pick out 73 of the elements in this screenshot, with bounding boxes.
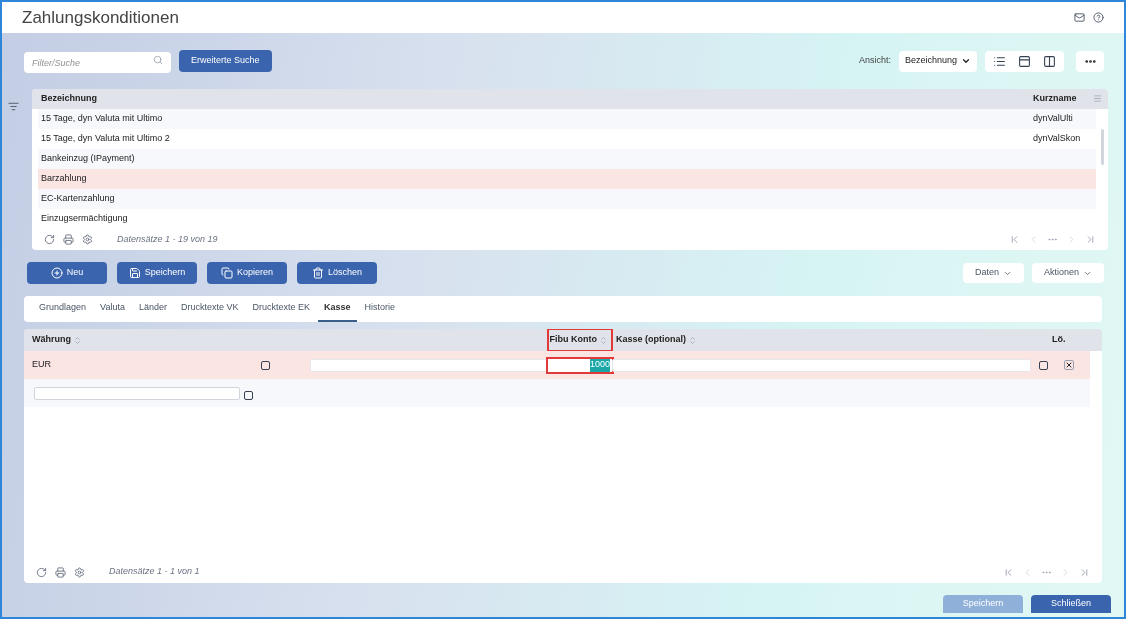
table-row[interactable]: EC-Kartenzahlung [38,188,1096,209]
trash-icon [312,267,324,279]
table-cell-text: dynValSkon [1033,131,1081,145]
last-page-icon[interactable] [1079,566,1090,578]
record-count: Datensätze 1 - 1 von 1 [109,565,200,579]
column-header[interactable]: Bezeichnung [41,92,1033,106]
refresh-icon[interactable] [36,566,47,578]
action-button[interactable]: Neu [27,262,107,284]
more-button[interactable] [1076,50,1104,72]
chevron-icon [961,56,971,66]
menu-button[interactable]: Daten [962,263,1024,283]
print-icon[interactable] [55,566,66,578]
plus-circle-icon [50,267,63,279]
input-field[interactable] [310,358,548,372]
first-page-icon[interactable] [1003,566,1014,578]
input-field[interactable] [34,386,240,400]
delete-checkbox[interactable] [1064,360,1074,370]
save-icon [128,267,141,279]
copy-icon [221,267,233,279]
advanced-search-button[interactable]: Erweiterte Suche [179,50,272,72]
window-title: Zahlungskonditionen [22,6,179,29]
vertical-split-icon[interactable] [1043,54,1056,68]
action-button[interactable]: Löschen [297,262,377,284]
table-row[interactable]: Bankeinzug (IPayment) [38,148,1096,169]
action-button[interactable]: Speichern [117,262,197,284]
first-page-icon[interactable] [1009,233,1020,245]
table-cell-text: Einzugsermächtigung [41,211,129,225]
scrollbar-thumb[interactable] [1100,128,1104,165]
record-count: Datensätze 1 - 19 von 19 [117,232,218,246]
table-cell: EUR [32,358,51,372]
column-header[interactable]: Lö. [1052,329,1102,351]
tab[interactable]: Grundlagen [33,296,93,322]
tab[interactable]: Drucktexte VK [174,296,245,322]
tab[interactable]: Valuta [94,296,131,322]
column-header[interactable]: Fibu Konto [548,329,612,351]
action-button[interactable]: Kopieren [207,262,287,284]
sort-icon [688,335,697,345]
column-menu-icon[interactable] [1093,94,1102,104]
last-page-icon[interactable] [1085,233,1096,245]
tab[interactable]: Länder [132,296,173,322]
table-cell-text: Bankeinzug (IPayment) [41,151,136,165]
mail-icon[interactable] [1074,12,1085,23]
tab[interactable]: Kasse [318,296,357,322]
sort-icon [599,335,608,345]
sort-icon [73,335,82,345]
refresh-icon[interactable] [44,233,55,245]
list-view-icon[interactable] [993,54,1006,68]
horizontal-split-icon[interactable] [1018,54,1031,68]
settings-icon[interactable] [82,233,93,245]
search-icon [153,54,163,65]
print-icon[interactable] [63,233,74,245]
footer-button[interactable]: Schließen [1031,595,1111,613]
column-header[interactable]: Kasse (optional) [612,329,1052,351]
search-field[interactable]: Filter/Suche [24,52,171,74]
view-label: Ansicht: [858,54,891,68]
table-row[interactable]: Barzahlung [38,168,1096,189]
table-cell-text: 15 Tage, dyn Valuta mit Ultimo [41,111,164,125]
help-icon[interactable] [1093,12,1104,23]
table-cell-text: dynValUlti [1033,111,1073,125]
table-cell-text: Barzahlung [41,171,88,185]
table-row[interactable]: 15 Tage, dyn Valuta mit Ultimo dynValUlti [38,108,1096,129]
tab[interactable]: Historie [358,296,402,322]
filter-icon[interactable] [8,101,19,112]
menu-button[interactable]: Aktionen [1031,263,1104,283]
column-header[interactable]: Währung [32,329,294,351]
tab[interactable]: Drucktexte EK [246,296,316,322]
view-select[interactable]: Bezeichnung [898,50,977,72]
table-cell-text: EC-Kartenzahlung [41,191,116,205]
column-header[interactable]: Kurzname [1033,92,1093,106]
table-row[interactable]: EUR 1000 [24,351,1090,379]
input-field[interactable] [612,358,1031,372]
settings-icon[interactable] [74,566,85,578]
table-cell-text: 15 Tage, dyn Valuta mit Ultimo 2 [41,131,171,145]
